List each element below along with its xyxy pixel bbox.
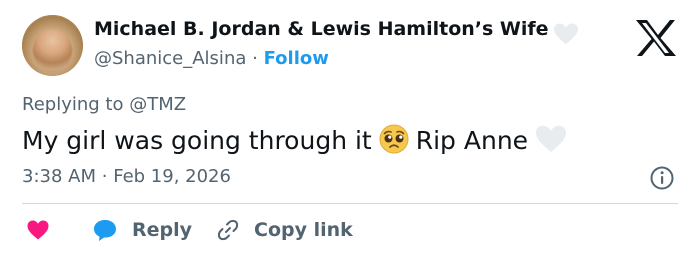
white-heart-icon bbox=[554, 23, 578, 44]
like-button[interactable] bbox=[26, 216, 50, 244]
reply-context: Replying to @TMZ bbox=[22, 94, 186, 115]
tweet-text-part2: Rip Anne bbox=[415, 126, 529, 155]
reply-button[interactable]: Reply bbox=[92, 216, 192, 244]
copy-link-label[interactable]: Copy link bbox=[254, 219, 353, 241]
follow-button[interactable]: Follow bbox=[264, 48, 329, 69]
display-name[interactable]: Michael B. Jordan & Lewis Hamilton’s Wif… bbox=[94, 18, 549, 40]
reply-bubble-icon bbox=[94, 220, 116, 241]
divider bbox=[22, 203, 678, 204]
white-heart-emoji-icon bbox=[536, 125, 567, 152]
pleading-face-emoji-icon bbox=[379, 124, 409, 154]
heart-icon[interactable] bbox=[26, 219, 50, 241]
timestamp[interactable]: 3:38 AM · Feb 19, 2026 bbox=[22, 166, 231, 187]
avatar[interactable] bbox=[22, 15, 83, 76]
tweet-time[interactable]: 3:38 AM bbox=[22, 166, 96, 187]
tweet-date[interactable]: Feb 19, 2026 bbox=[113, 166, 231, 187]
meta-separator: · bbox=[101, 166, 108, 187]
copy-link-button[interactable]: Copy link bbox=[216, 216, 353, 244]
replying-prefix: Replying to bbox=[22, 94, 124, 115]
separator: · bbox=[252, 48, 258, 69]
link-icon bbox=[217, 219, 239, 241]
reply-mention[interactable]: @TMZ bbox=[129, 94, 186, 115]
tweet-text-part1: My girl was going through it bbox=[22, 126, 372, 155]
avatar-image bbox=[22, 15, 83, 76]
handle-row: @Shanice_Alsina · Follow bbox=[94, 48, 329, 69]
info-icon[interactable] bbox=[649, 165, 675, 191]
reply-label[interactable]: Reply bbox=[132, 219, 192, 241]
x-logo-icon[interactable] bbox=[633, 18, 677, 58]
tweet-text: My girl was going through it Rip Anne bbox=[22, 123, 568, 157]
author-handle[interactable]: @Shanice_Alsina bbox=[94, 48, 246, 69]
